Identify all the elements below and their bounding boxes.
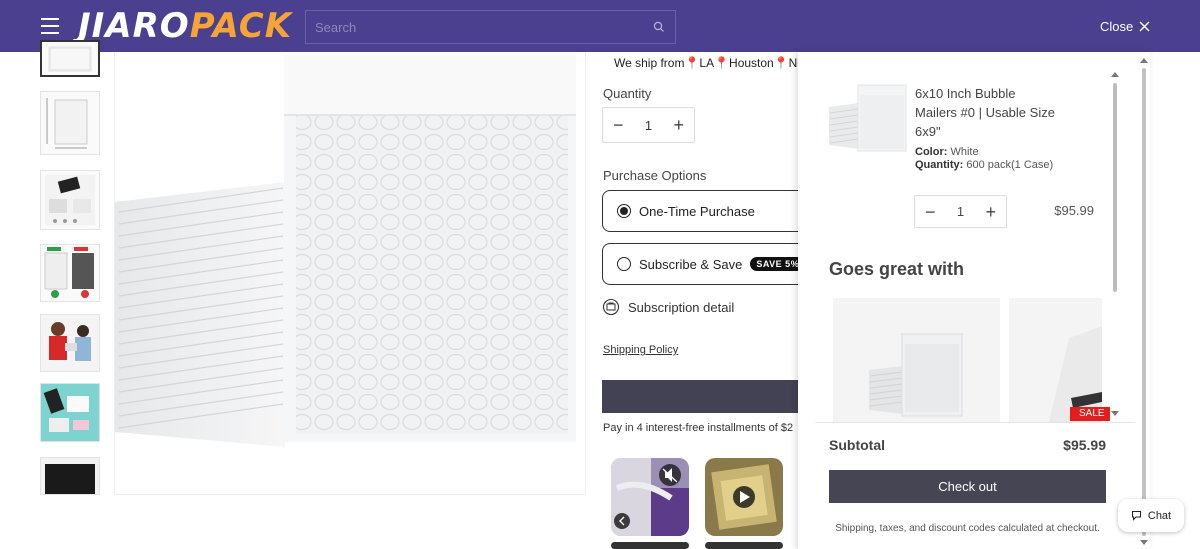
thumbnail-6[interactable]	[40, 383, 100, 442]
drawer-scrollbar-thumb[interactable]	[1142, 68, 1146, 536]
installments-text: Pay in 4 interest-free installments of $…	[603, 422, 794, 434]
site-logo[interactable]: JIAROPACK	[78, 5, 292, 47]
drawer-divider	[815, 422, 1135, 423]
quantity-value[interactable]: 1	[645, 118, 652, 133]
thumbnail-7[interactable]	[40, 457, 100, 495]
quantity-stepper: − 1 +	[602, 107, 695, 143]
checkout-fine-print: Shipping, taxes, and discount codes calc…	[835, 523, 1100, 534]
color-value: White	[950, 146, 979, 158]
main-product-image[interactable]	[114, 52, 586, 495]
logo-text-accent: PACK	[189, 6, 293, 46]
pack-quantity-label: Quantity:	[915, 159, 964, 171]
close-icon	[1139, 21, 1150, 32]
purchase-options-label: Purchase Options	[603, 168, 707, 183]
subscription-detail-label: Subscription detail	[628, 299, 735, 315]
scroll-down-arrow-icon[interactable]	[1140, 540, 1148, 545]
sale-badge: SALE	[1070, 407, 1110, 421]
recommendation-card-2[interactable]	[1009, 298, 1102, 422]
subscription-detail-link[interactable]: Subscription detail	[602, 298, 734, 316]
cart-items-scrollbar-thumb[interactable]	[1113, 83, 1117, 292]
search-box[interactable]	[305, 10, 676, 44]
close-label: Close	[1100, 19, 1134, 34]
chat-icon	[1131, 510, 1141, 521]
cart-increase-button[interactable]: +	[985, 203, 996, 221]
close-drawer-button[interactable]: Close	[1100, 19, 1150, 34]
items-scroll-up-arrow-icon[interactable]	[1111, 72, 1119, 77]
add-to-cart-button[interactable]	[602, 380, 802, 413]
pack-quantity-value: 600 pack(1 Case)	[966, 159, 1054, 171]
menu-icon[interactable]	[41, 18, 59, 34]
search-input[interactable]	[306, 11, 646, 43]
shipping-info: We ship from📍LA📍Houston📍New	[604, 55, 804, 71]
thumbnail-4[interactable]	[40, 244, 100, 302]
recommendation-card-1[interactable]	[833, 298, 1000, 422]
chat-label: Chat	[1147, 509, 1172, 522]
save-badge: SAVE 5%	[750, 257, 806, 271]
search-icon[interactable]	[653, 21, 665, 33]
decrease-quantity-button[interactable]: −	[613, 116, 624, 134]
cart-item-price: $95.99	[1054, 203, 1094, 218]
shipping-text: We ship from📍LA📍Houston📍New	[614, 56, 804, 70]
site-header: JIAROPACK Close	[0, 0, 1200, 52]
subtotal-label: Subtotal	[829, 437, 885, 453]
video-thumbnail-2[interactable]	[705, 458, 783, 536]
cart-item-title[interactable]: 6x10 Inch Bubble Mailers #0 | Usable Siz…	[915, 84, 1055, 141]
cart-decrease-button[interactable]: −	[925, 203, 936, 221]
chat-button[interactable]: Chat	[1118, 499, 1184, 532]
subscription-icon	[602, 298, 620, 316]
video-thumbnail-1[interactable]	[611, 458, 689, 536]
quantity-label: Quantity	[603, 86, 652, 101]
checkout-button[interactable]: Check out	[829, 470, 1106, 503]
thumbnail-3[interactable]	[40, 170, 100, 230]
video-thumbnail-3[interactable]	[611, 542, 689, 549]
thumbnail-1[interactable]	[40, 40, 100, 77]
cart-item-variant: Color: White Quantity: 600 pack(1 Case)	[915, 146, 1055, 172]
one-time-purchase-option[interactable]: One-Time Purchase	[602, 190, 812, 232]
increase-quantity-button[interactable]: +	[673, 116, 684, 134]
cart-item-image[interactable]	[829, 83, 907, 153]
thumbnail-2[interactable]	[40, 91, 100, 155]
subscribe-save-option[interactable]: Subscribe & Save SAVE 5%	[602, 243, 812, 285]
color-label: Color:	[915, 146, 948, 158]
radio-unselected-icon[interactable]	[617, 257, 631, 271]
scroll-up-arrow-icon[interactable]	[1140, 58, 1148, 63]
thumbnail-5[interactable]	[40, 314, 100, 372]
cart-item-quantity[interactable]: 1	[957, 204, 964, 219]
subscribe-label: Subscribe & Save	[639, 256, 743, 272]
shipping-policy-link[interactable]: Shipping Policy	[603, 344, 678, 356]
one-time-label: One-Time Purchase	[639, 203, 755, 219]
recommendations-heading: Goes great with	[829, 259, 965, 279]
items-scroll-down-arrow-icon[interactable]	[1111, 411, 1119, 416]
video-thumbnail-4[interactable]	[705, 542, 783, 549]
cart-item-quantity-stepper: − 1 +	[914, 195, 1007, 228]
radio-selected-icon[interactable]	[617, 204, 631, 218]
subtotal-value: $95.99	[1063, 437, 1106, 453]
